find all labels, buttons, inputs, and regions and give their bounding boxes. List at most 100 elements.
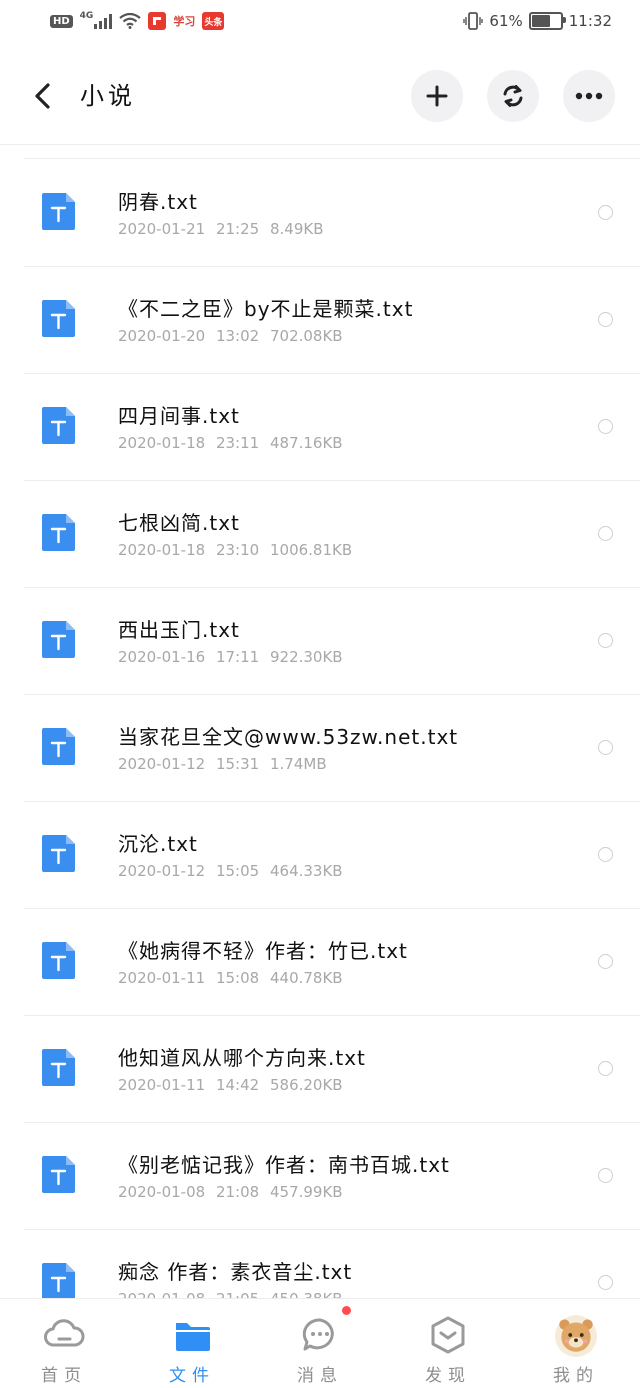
select-radio[interactable] bbox=[598, 954, 613, 969]
file-name: 痴念 作者：素衣音尘.txt bbox=[118, 1260, 353, 1284]
list-top-divider bbox=[24, 158, 640, 159]
status-right: 61% 11:32 bbox=[463, 12, 612, 30]
status-left: HD 4G 学习 头条 bbox=[50, 11, 225, 30]
file-row[interactable]: 七根凶简.txt 2020-01-18 23:10 1006.81KB bbox=[24, 481, 640, 588]
file-meta: 2020-01-11 15:08 440.78KB bbox=[118, 969, 343, 987]
clock: 11:32 bbox=[568, 12, 612, 30]
file-date: 2020-01-21 bbox=[118, 220, 206, 238]
nav-home[interactable]: 首页 bbox=[0, 1299, 128, 1388]
txt-file-icon bbox=[42, 407, 75, 444]
file-row[interactable]: 当家花旦全文@www.53zw.net.txt 2020-01-12 15:31 … bbox=[24, 695, 640, 802]
txt-file-icon bbox=[42, 514, 75, 551]
file-size: 702.08KB bbox=[269, 327, 343, 345]
file-row[interactable]: 痴念 作者：素衣音尘.txt 2020-01-08 21:05 450.38KB bbox=[24, 1230, 640, 1298]
file-size: 457.99KB bbox=[269, 1183, 343, 1201]
file-date: 2020-01-08 bbox=[118, 1183, 206, 1201]
select-radio[interactable] bbox=[598, 312, 613, 327]
file-date: 2020-01-12 bbox=[118, 862, 206, 880]
file-row[interactable]: 沉沦.txt 2020-01-12 15:05 464.33KB bbox=[24, 802, 640, 909]
add-button[interactable] bbox=[411, 70, 463, 122]
nav-files[interactable]: 文件 bbox=[128, 1299, 256, 1388]
file-row[interactable]: 《别老惦记我》作者：南书百城.txt 2020-01-08 21:08 457.9… bbox=[24, 1123, 640, 1230]
chat-icon bbox=[302, 1318, 334, 1351]
file-size: 1.74MB bbox=[269, 755, 327, 773]
more-button[interactable] bbox=[563, 70, 615, 122]
file-name: 《不二之臣》by不止是颗菜.txt bbox=[118, 297, 414, 321]
file-date: 2020-01-08 bbox=[118, 1290, 205, 1298]
hd-indicator: HD bbox=[50, 14, 73, 28]
select-radio[interactable] bbox=[598, 847, 613, 862]
file-time: 21:25 bbox=[215, 220, 260, 238]
file-name: 《别老惦记我》作者：南书百城.txt bbox=[118, 1153, 450, 1177]
file-name: 沉沦.txt bbox=[118, 832, 198, 856]
file-meta: 2020-01-20 13:02 702.08KB bbox=[118, 327, 343, 345]
txt-file-icon bbox=[42, 300, 75, 337]
app-toutiao-icon: 头条 bbox=[202, 12, 225, 30]
file-name: 阴春.txt bbox=[118, 190, 198, 214]
refresh-button[interactable] bbox=[487, 70, 539, 122]
bear-avatar-icon bbox=[555, 1315, 597, 1357]
file-row[interactable]: 阴春.txt 2020-01-21 21:25 8.49KB bbox=[24, 160, 640, 267]
page-title: 小说 bbox=[80, 82, 136, 110]
file-time: 21:05 bbox=[216, 1290, 259, 1298]
file-name: 他知道风从哪个方向来.txt bbox=[118, 1046, 366, 1070]
file-row[interactable]: 《不二之臣》by不止是颗菜.txt 2020-01-20 13:02 702.08… bbox=[24, 267, 640, 374]
file-size: 586.20KB bbox=[269, 1076, 343, 1094]
file-row[interactable]: 四月间事.txt 2020-01-18 23:11 487.16KB bbox=[24, 374, 640, 481]
file-date: 2020-01-16 bbox=[118, 648, 206, 666]
wifi-icon bbox=[119, 13, 142, 29]
file-time: 23:10 bbox=[215, 541, 260, 559]
top-bar: 小说 bbox=[0, 48, 640, 144]
txt-file-icon bbox=[42, 835, 75, 872]
txt-file-icon bbox=[42, 942, 75, 979]
txt-file-icon bbox=[42, 1156, 75, 1193]
file-name: 西出玉门.txt bbox=[118, 618, 240, 642]
app-study-icon: 学习 bbox=[173, 15, 196, 28]
nav-messages[interactable]: 消息 bbox=[256, 1299, 384, 1388]
file-row[interactable]: 《她病得不轻》作者：竹已.txt 2020-01-11 15:08 440.78K… bbox=[24, 909, 640, 1016]
signal-icon bbox=[94, 13, 113, 29]
file-row[interactable]: 西出玉门.txt 2020-01-16 17:11 922.30KB bbox=[24, 588, 640, 695]
file-date: 2020-01-20 bbox=[118, 327, 206, 345]
txt-file-icon bbox=[42, 621, 75, 658]
file-time: 17:11 bbox=[215, 648, 260, 666]
file-name: 当家花旦全文@www.53zw.net.txt bbox=[118, 725, 459, 749]
file-time: 15:31 bbox=[215, 755, 260, 773]
select-radio[interactable] bbox=[598, 1275, 613, 1290]
file-time: 14:42 bbox=[215, 1076, 260, 1094]
select-radio[interactable] bbox=[598, 419, 613, 434]
select-radio[interactable] bbox=[598, 633, 613, 648]
file-row[interactable]: 他知道风从哪个方向来.txt 2020-01-11 14:42 586.20KB bbox=[24, 1016, 640, 1123]
select-radio[interactable] bbox=[598, 205, 613, 220]
file-time: 15:08 bbox=[215, 969, 260, 987]
txt-file-icon bbox=[42, 1049, 75, 1086]
select-radio[interactable] bbox=[598, 740, 613, 755]
file-meta: 2020-01-08 21:05 450.38KB bbox=[118, 1290, 343, 1298]
message-badge bbox=[342, 1306, 351, 1315]
plus-icon bbox=[426, 85, 448, 107]
chevron-left-icon[interactable] bbox=[28, 78, 58, 114]
file-meta: 2020-01-21 21:25 8.49KB bbox=[118, 220, 324, 238]
header-divider bbox=[0, 144, 640, 145]
select-radio[interactable] bbox=[598, 526, 613, 541]
battery-percent: 61% bbox=[489, 12, 523, 30]
select-radio[interactable] bbox=[598, 1168, 613, 1183]
file-size: 440.78KB bbox=[269, 969, 343, 987]
file-meta: 2020-01-08 21:08 457.99KB bbox=[118, 1183, 343, 1201]
discover-icon bbox=[431, 1316, 465, 1354]
refresh-icon bbox=[503, 85, 523, 107]
nav-label: 消息 bbox=[297, 1366, 343, 1386]
bottom-nav: 首页 文件 消息 发现 我的 bbox=[0, 1298, 640, 1388]
file-time: 13:02 bbox=[215, 327, 260, 345]
txt-file-icon bbox=[42, 193, 75, 230]
file-time: 23:11 bbox=[215, 434, 260, 452]
nav-discover[interactable]: 发现 bbox=[384, 1299, 512, 1388]
app-red-square-icon bbox=[148, 12, 167, 30]
select-radio[interactable] bbox=[598, 1061, 613, 1076]
txt-file-icon bbox=[42, 1263, 75, 1298]
file-time: 21:08 bbox=[215, 1183, 260, 1201]
more-dots-icon bbox=[575, 92, 603, 100]
nav-me[interactable]: 我的 bbox=[512, 1299, 640, 1388]
file-meta: 2020-01-11 14:42 586.20KB bbox=[118, 1076, 343, 1094]
vibrate-icon bbox=[463, 12, 484, 30]
